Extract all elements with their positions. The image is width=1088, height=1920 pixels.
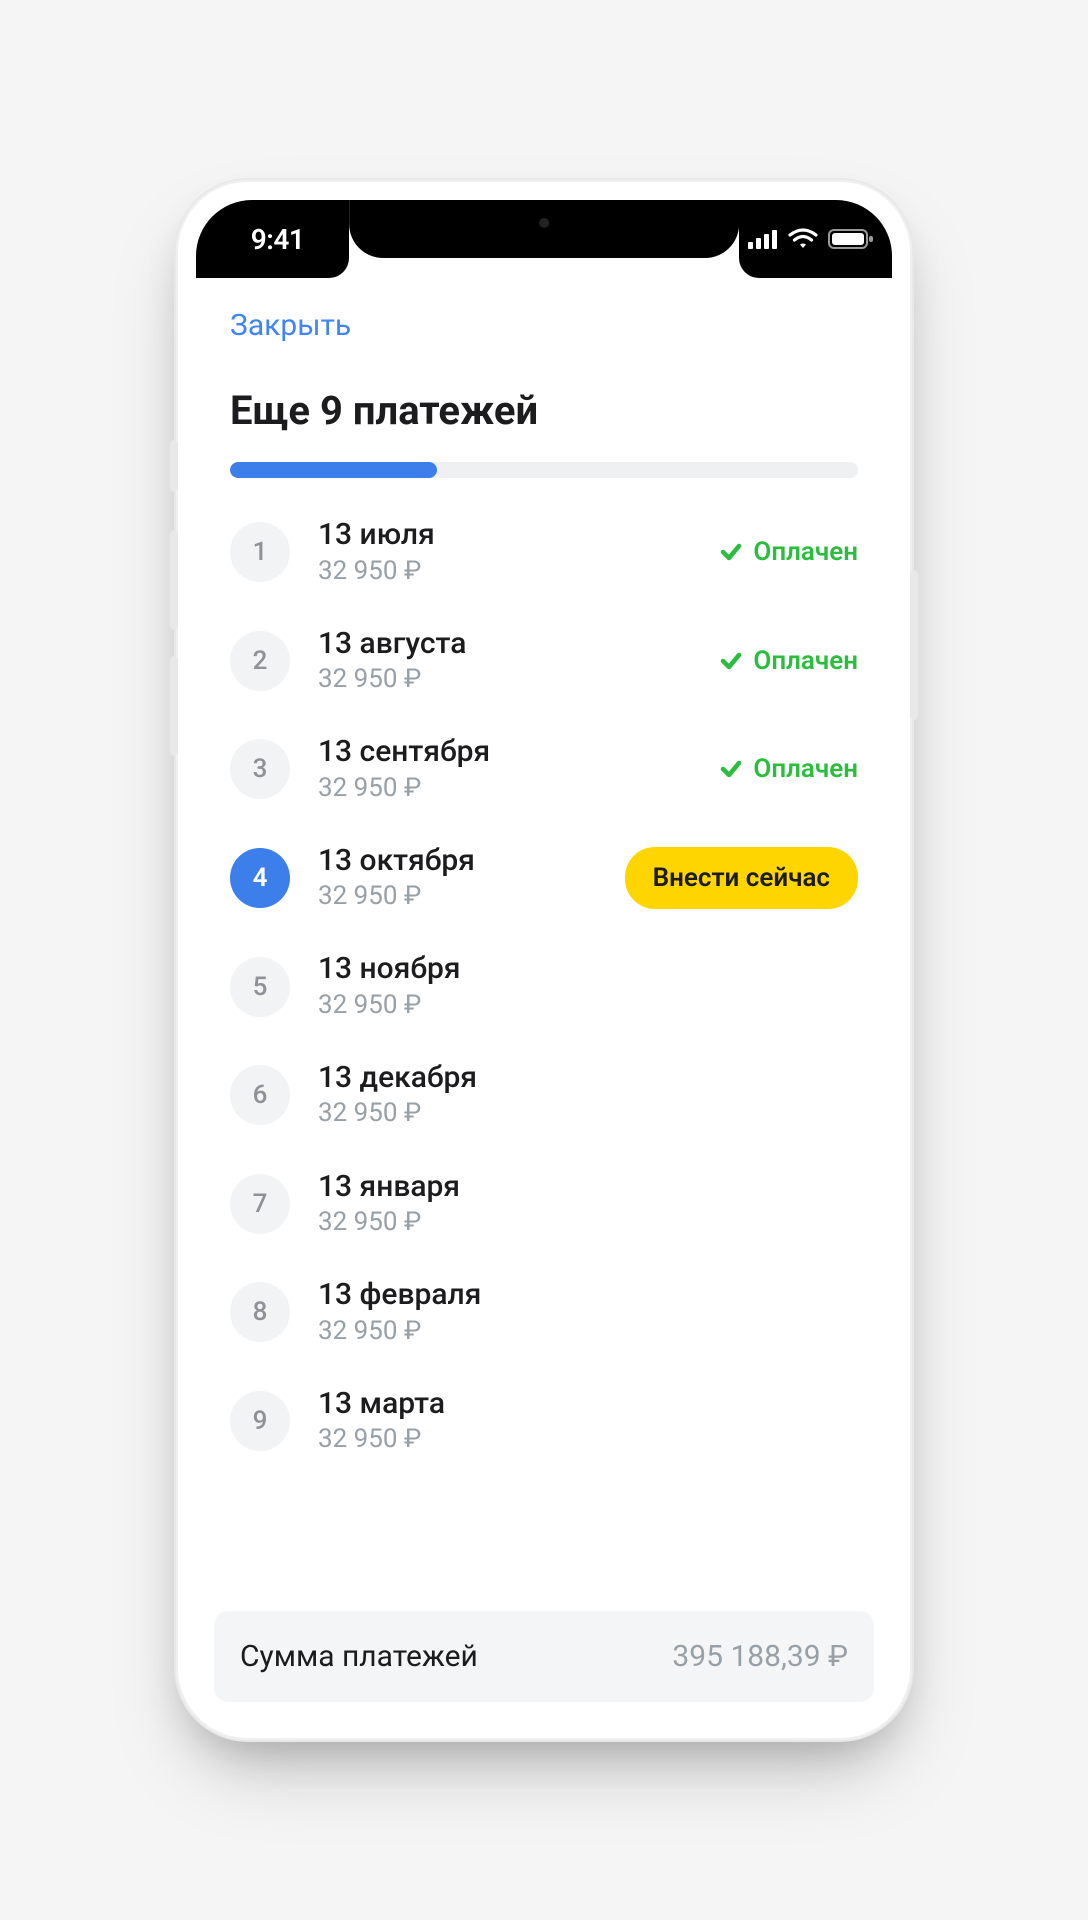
- payment-index-badge: 8: [230, 1282, 290, 1342]
- summary-label: Сумма платежей: [240, 1639, 478, 1674]
- payment-amount: 32 950 ₽: [318, 1422, 858, 1457]
- payment-amount: 32 950 ₽: [318, 988, 858, 1023]
- phone-volume-up: [170, 530, 178, 630]
- payment-date: 13 декабря: [318, 1059, 858, 1097]
- payment-date: 13 января: [318, 1168, 858, 1206]
- payment-index-badge: 1: [230, 522, 290, 582]
- content: Закрыть Еще 9 платежей 113 июля32 950 ₽О…: [196, 278, 892, 1720]
- battery-icon: [828, 228, 874, 250]
- payment-index-badge: 6: [230, 1065, 290, 1125]
- payment-row[interactable]: 4 13 октября32 950 ₽ Внести сейчас: [230, 824, 858, 933]
- payment-date: 13 июля: [318, 516, 691, 554]
- payment-info: 13 декабря32 950 ₽: [318, 1059, 858, 1132]
- payment-date: 13 сентября: [318, 733, 691, 771]
- payment-row[interactable]: 7 13 января32 950 ₽: [230, 1150, 858, 1259]
- phone-power-button: [910, 570, 918, 720]
- payment-amount: 32 950 ₽: [318, 879, 597, 914]
- status-time: 9:41: [251, 223, 305, 256]
- paid-status: Оплачен: [719, 754, 858, 784]
- payment-row[interactable]: 2 13 августа32 950 ₽ Оплачен: [230, 607, 858, 716]
- payment-index-badge: 9: [230, 1391, 290, 1451]
- payment-list[interactable]: 113 июля32 950 ₽Оплачен213 августа32 950…: [196, 498, 892, 1603]
- payment-info: 13 октября32 950 ₽: [318, 842, 597, 915]
- payment-index-badge: 2: [230, 631, 290, 691]
- screen: 9:41: [196, 200, 892, 1720]
- summary-value: 395 188,39 ₽: [672, 1639, 848, 1674]
- payment-amount: 32 950 ₽: [318, 1205, 858, 1240]
- check-icon: [719, 757, 743, 781]
- payment-date: 13 октября: [318, 842, 597, 880]
- payment-row[interactable]: 5 13 ноября32 950 ₽: [230, 932, 858, 1041]
- payment-row[interactable]: 6 13 декабря32 950 ₽: [230, 1041, 858, 1150]
- summary-bar: Сумма платежей 395 188,39 ₽: [214, 1611, 874, 1702]
- payment-index-badge: 7: [230, 1174, 290, 1234]
- payment-info: 13 июля32 950 ₽: [318, 516, 691, 589]
- payment-amount: 32 950 ₽: [318, 662, 691, 697]
- payment-amount: 32 950 ₽: [318, 1096, 858, 1131]
- payment-date: 13 ноября: [318, 950, 858, 988]
- payment-info: 13 марта32 950 ₽: [318, 1385, 858, 1458]
- payment-amount: 32 950 ₽: [318, 771, 691, 806]
- payment-index-badge: 3: [230, 739, 290, 799]
- payment-amount: 32 950 ₽: [318, 554, 691, 589]
- payment-index-badge: 5: [230, 957, 290, 1017]
- status-left: 9:41: [196, 200, 349, 278]
- progress-bar: [230, 462, 858, 478]
- payment-info: 13 сентября32 950 ₽: [318, 733, 691, 806]
- phone-mute-switch: [170, 440, 178, 492]
- cellular-icon: [748, 229, 778, 249]
- paid-label: Оплачен: [753, 646, 858, 676]
- status-bar: 9:41: [196, 200, 892, 278]
- phone-frame: 9:41: [176, 180, 912, 1740]
- payment-row[interactable]: 1 13 июля32 950 ₽ Оплачен: [230, 498, 858, 607]
- paid-label: Оплачен: [753, 754, 858, 784]
- payment-row[interactable]: 3 13 сентября32 950 ₽ Оплачен: [230, 715, 858, 824]
- check-icon: [719, 649, 743, 673]
- payment-row[interactable]: 9 13 марта32 950 ₽: [230, 1367, 858, 1476]
- payment-info: 13 февраля32 950 ₽: [318, 1276, 858, 1349]
- payment-info: 13 августа32 950 ₽: [318, 625, 691, 698]
- page-title: Еще 9 платежей: [196, 369, 892, 462]
- payment-date: 13 февраля: [318, 1276, 858, 1314]
- phone-volume-down: [170, 656, 178, 756]
- payment-index-badge: 4: [230, 848, 290, 908]
- payment-amount: 32 950 ₽: [318, 1314, 858, 1349]
- payment-info: 13 января32 950 ₽: [318, 1168, 858, 1241]
- payment-info: 13 ноября32 950 ₽: [318, 950, 858, 1023]
- paid-label: Оплачен: [753, 537, 858, 567]
- paid-status: Оплачен: [719, 646, 858, 676]
- status-right: [739, 200, 892, 278]
- check-icon: [719, 540, 743, 564]
- pay-now-button[interactable]: Внести сейчас: [625, 847, 858, 909]
- close-button[interactable]: Закрыть: [196, 278, 385, 369]
- paid-status: Оплачен: [719, 537, 858, 567]
- wifi-icon: [788, 228, 818, 250]
- notch: [349, 200, 739, 258]
- payment-date: 13 марта: [318, 1385, 858, 1423]
- progress-fill: [230, 462, 437, 478]
- payment-row[interactable]: 8 13 февраля32 950 ₽: [230, 1258, 858, 1367]
- payment-date: 13 августа: [318, 625, 691, 663]
